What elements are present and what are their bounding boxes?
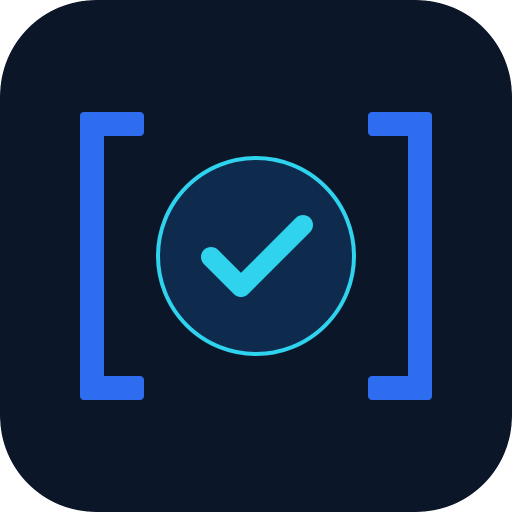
bracketed-check-circle-icon <box>0 0 512 512</box>
right-bracket-top-arm <box>368 112 432 136</box>
right-bracket-bar <box>408 112 432 400</box>
right-bracket-bottom-arm <box>368 376 432 400</box>
left-bracket-top-arm <box>80 112 144 136</box>
app-icon-tile <box>0 0 512 512</box>
left-bracket-bottom-arm <box>80 376 144 400</box>
left-bracket-bar <box>80 112 104 400</box>
check-circle <box>156 156 356 356</box>
